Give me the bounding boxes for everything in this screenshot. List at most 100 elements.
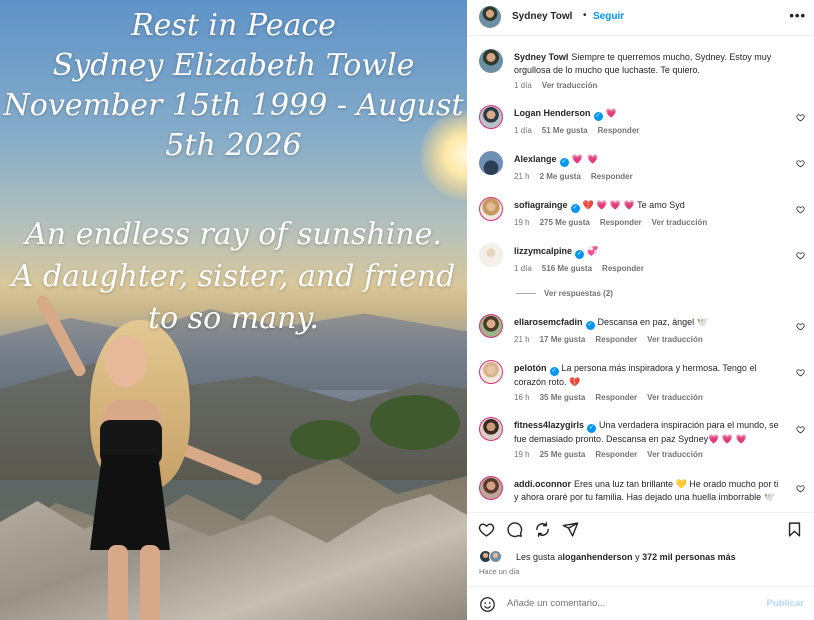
comment-time: 16 h [514,393,530,402]
comment-time: 21 h [514,172,530,181]
reply-button[interactable]: Responder [602,264,644,273]
comment-username[interactable]: lizzymcalpine [514,246,572,256]
reply-button[interactable]: Responder [591,172,633,181]
comment-body: sofiagrainge ✓ 💔 💗 💗 💗 Te amo Syd [514,199,780,213]
separator-dot: • [583,10,587,21]
comment-username[interactable]: Alexlange [514,154,557,164]
likes-count[interactable]: 372 mil personas más [642,552,736,562]
emoji-icon[interactable] [479,596,496,613]
heart-icon[interactable] [796,159,805,168]
overlay-line-3: November 15th 1999 - August [3,88,464,123]
comment-time: 1 día [514,81,532,90]
share-icon[interactable] [534,521,551,538]
avatar[interactable] [479,105,503,129]
avatar[interactable] [479,49,503,73]
publish-button[interactable]: Publicar [767,598,805,609]
heart-icon[interactable] [796,322,805,331]
avatar[interactable] [479,417,503,441]
avatar[interactable] [479,314,503,338]
comment-likes[interactable]: 516 Me gusta [542,264,592,273]
heart-icon[interactable] [796,484,805,493]
comment-username[interactable]: pelotón [514,363,547,373]
comment-username[interactable]: sofiagrainge [514,200,568,210]
translate-link[interactable]: Ver traducción [542,81,598,90]
leg [140,545,160,620]
comment-likes[interactable]: 35 Me gusta [540,393,586,402]
comment-time: 21 h [514,335,530,344]
likes-summary: Les gusta aloganhenderson y 372 mil pers… [516,552,736,562]
send-icon[interactable] [562,521,579,538]
comment-username[interactable]: ellarosemcfadin [514,317,583,327]
comment-body: addi.oconnor Eres una luz tan brillante 💛… [514,478,780,503]
comment-username[interactable]: Logan Henderson [514,108,591,118]
heart-icon[interactable] [796,205,805,214]
heart-icon[interactable] [796,251,805,260]
comment-text: La persona más inspiradora y hermosa. Te… [514,363,757,387]
heart-icon[interactable] [796,368,805,377]
comment-likes[interactable]: 17 Me gusta [540,335,586,344]
translate-link[interactable]: Ver traducción [652,218,708,227]
likers-avatars[interactable] [479,550,509,563]
comments-list[interactable]: Sydney Towl Siempre te querremos mucho, S… [467,37,814,512]
bookmark-icon[interactable] [786,521,803,538]
comment-likes[interactable]: 275 Me gusta [540,218,590,227]
comment-meta: 21 h 17 Me gusta Responder Ver traducción [514,335,713,344]
caption-username[interactable]: Sydney Towl [514,52,568,62]
caption-meta: 1 día Ver traducción [514,81,607,90]
avatar[interactable] [479,151,503,175]
overlay-line-4: 5th 2026 [165,128,302,163]
author-username[interactable]: Sydney Towl [512,11,572,22]
comment-text: 💔 💗 💗 💗 Te amo Syd [582,200,685,210]
comment-body: Logan Henderson ✓ 💗 [514,107,780,121]
reply-button[interactable]: Responder [595,335,637,344]
comment-body: Alexlange ✓ 💗 💗 [514,153,780,167]
comment-input[interactable]: Añade un comentario... [507,598,605,609]
comment-text: 💗 [605,108,618,118]
avatar[interactable] [479,476,503,500]
reply-button[interactable]: Responder [600,218,642,227]
comment-likes[interactable]: 51 Me gusta [542,126,588,135]
avatar[interactable] [479,197,503,221]
shrub [290,420,360,460]
verified-icon: ✓ [559,158,569,167]
translate-link[interactable]: Ver traducción [647,393,703,402]
avatar[interactable] [479,6,501,28]
comment-likes[interactable]: 25 Me gusta [540,450,586,459]
post-image[interactable]: Rest in Peace Sydney Elizabeth Towle Nov… [0,0,467,620]
translate-link[interactable]: Ver traducción [647,450,703,459]
heart-icon[interactable] [478,521,495,538]
heart-icon[interactable] [796,113,805,122]
reply-button[interactable]: Responder [595,450,637,459]
verified-icon: ✓ [585,321,595,330]
overlay-line-2: Sydney Elizabeth Towle [52,48,415,83]
heart-icon[interactable] [796,425,805,434]
likes-user[interactable]: loganhenderson [563,552,633,562]
comment-meta: 1 día 516 Me gusta Responder [514,264,654,273]
comment-body: ellarosemcfadin ✓ Descansa en paz, ángel 🕊… [514,316,780,330]
overlay-line-1: Rest in Peace [131,8,336,43]
avatar[interactable] [479,360,503,384]
comment-text: Descansa en paz, ángel 🕊️ [597,317,708,327]
comment-icon[interactable] [506,521,523,538]
post-time[interactable]: Hace un día [479,567,519,576]
likes-middle: y [632,552,643,562]
reply-button[interactable]: Responder [598,126,640,135]
comment-body: lizzymcalpine ✓ 💞 [514,245,780,259]
verified-icon: ✓ [575,250,585,259]
comment-meta: 1 día 51 Me gusta Responder [514,126,649,135]
overlay-line-6: A daughter, sister, and friend [11,259,456,294]
add-comment-bar: Añade un comentario... Publicar [467,586,814,620]
comment-time: 19 h [514,450,530,459]
comment-username[interactable]: addi.oconnor [514,479,571,489]
more-icon[interactable]: ••• [789,8,806,23]
comment-likes[interactable]: 2 Me gusta [540,172,581,181]
reply-button[interactable]: Responder [595,393,637,402]
comment-username[interactable]: fitness4lazygirls [514,420,584,430]
comment-meta: 19 h 25 Me gusta Responder Ver traducción [514,450,713,459]
translate-link[interactable]: Ver traducción [647,335,703,344]
avatar [489,550,502,563]
follow-button[interactable]: Seguir [593,11,624,22]
face [105,335,147,387]
avatar[interactable] [479,243,503,267]
view-replies-button[interactable]: Ver respuestas (2) [544,289,613,298]
